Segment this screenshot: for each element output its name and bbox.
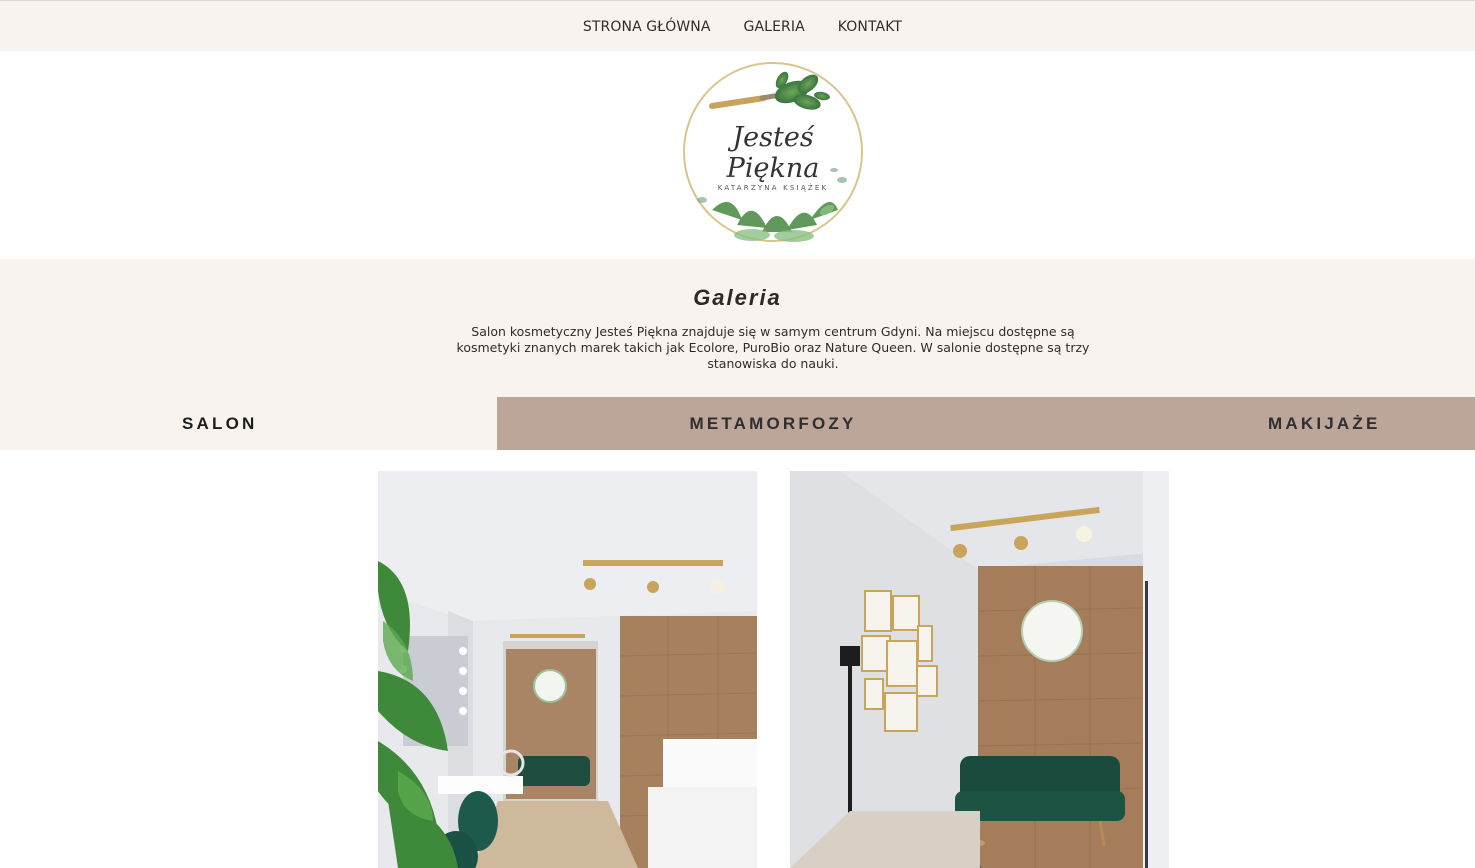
nav-link-home[interactable]: STRONA GŁÓWNA xyxy=(583,19,711,35)
salon-interior-photo-icon xyxy=(378,471,757,868)
tab-makijaze[interactable]: MAKIJAŻE xyxy=(1049,397,1475,450)
gallery-tabs: SALON METAMORFOZY MAKIJAŻE xyxy=(0,397,1475,450)
nav-link-gallery[interactable]: GALERIA xyxy=(744,19,805,35)
tab-salon[interactable]: SALON xyxy=(0,397,497,450)
page-title: Galeria xyxy=(693,285,782,310)
salon-interior-photo-icon xyxy=(790,471,1169,868)
logo-script-text: Jesteś Piękna xyxy=(726,122,820,184)
gallery-photo[interactable] xyxy=(790,471,1169,868)
main-menu: STRONA GŁÓWNA GALERIA KONTAKT xyxy=(0,1,1475,52)
gallery-intro: Galeria Salon kosmetyczny Jesteś Piękna … xyxy=(0,259,1475,397)
intro-description: Salon kosmetyczny Jesteś Piękna znajduje… xyxy=(456,324,1090,371)
tab-metamorfozy[interactable]: METAMORFOZY xyxy=(497,397,1049,450)
top-navigation-bar: STRONA GŁÓWNA GALERIA KONTAKT xyxy=(0,0,1475,51)
nav-link-contact[interactable]: KONTAKT xyxy=(838,19,902,35)
gallery-photo[interactable] xyxy=(378,471,757,868)
site-logo[interactable]: Jesteś Piękna KATARZYNA KSIĄŻEK xyxy=(682,60,864,245)
gallery-grid xyxy=(0,450,1475,868)
logo-caption: KATARZYNA KSIĄŻEK xyxy=(717,184,829,192)
logo-section: Jesteś Piękna KATARZYNA KSIĄŻEK xyxy=(0,51,1475,259)
